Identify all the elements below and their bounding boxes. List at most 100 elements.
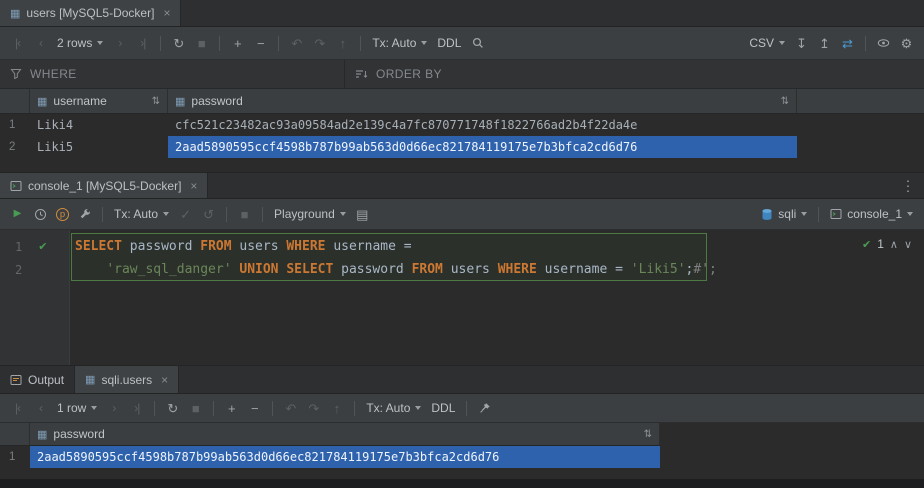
chevron-down-icon [91, 406, 97, 410]
view-options-eye-icon[interactable] [873, 33, 894, 54]
history-clock-icon[interactable] [30, 204, 51, 225]
delete-row-button[interactable]: − [250, 33, 271, 54]
column-icon: ▦ [175, 95, 185, 108]
results-toolbar: |‹ ‹ 1 row › ›| ↻ ■ + − ↶ ↷ ↑ Tx: Auto D… [0, 394, 924, 423]
delete-row-button[interactable]: − [244, 398, 265, 419]
toolbar-separator [278, 36, 279, 51]
previous-result-icon[interactable]: ∧ [890, 238, 898, 251]
tx-mode-dropdown[interactable]: Tx: Auto [114, 207, 169, 221]
sql-token: username = [537, 262, 631, 277]
column-header-password[interactable]: ▦ password ⇅ [30, 423, 660, 445]
column-header-password[interactable]: ▦ password ⇅ [168, 89, 797, 113]
sql-token: UNION SELECT [239, 262, 333, 277]
import-data-button[interactable]: ↥ [814, 33, 835, 54]
page-size-dropdown[interactable]: 2 rows [57, 36, 103, 50]
playground-mode-dropdown[interactable]: Playground [274, 207, 346, 221]
tx-mode-dropdown[interactable]: Tx: Auto [366, 401, 421, 415]
column-header-username[interactable]: ▦ username ⇅ [30, 89, 168, 113]
close-icon[interactable]: × [163, 6, 170, 20]
toolbar-separator [102, 207, 103, 222]
line-number: 1 [15, 240, 22, 254]
column-icon: ▦ [37, 95, 47, 108]
last-page-button[interactable]: ›| [132, 33, 153, 54]
toolbar-separator [272, 401, 273, 416]
sort-icon[interactable]: ⇅ [644, 429, 652, 440]
last-page-button[interactable]: ›| [126, 398, 147, 419]
console-panel: console_1 [MySQL5-Docker] × ⋮ ▶ p Tx: Au… [0, 172, 924, 365]
tx-mode-dropdown[interactable]: Tx: Auto [372, 36, 427, 50]
undo-button[interactable]: ↶ [286, 33, 307, 54]
reload-data-button[interactable]: ↻ [162, 398, 183, 419]
reload-data-button[interactable]: ↻ [168, 33, 189, 54]
session-selector[interactable]: console_1 [830, 207, 913, 221]
wrench-icon[interactable] [74, 204, 95, 225]
kebab-menu-icon[interactable]: ⋮ [901, 177, 915, 194]
sql-token: password [122, 239, 200, 254]
cell-password[interactable]: cfc521c23482ac93a09584ad2e139c4a7fc87077… [168, 114, 797, 136]
row-number[interactable]: 1 [0, 114, 30, 136]
next-result-icon[interactable]: ∨ [904, 238, 912, 251]
run-button[interactable]: ▶ [7, 204, 28, 225]
rollback-button[interactable]: ↺ [198, 204, 219, 225]
tab-output[interactable]: Output [0, 366, 75, 393]
close-icon[interactable]: × [190, 179, 197, 193]
toolbar-separator [213, 401, 214, 416]
cell-password-selected[interactable]: 2aad5890595ccf4598b787b99ab563d0d66ec821… [168, 136, 797, 158]
sql-editor[interactable]: 1 ✔ 2 SELECT password FROM users WHERE u… [0, 230, 924, 365]
schema-selector[interactable]: sqli [761, 207, 807, 221]
submit-button[interactable]: ↑ [326, 398, 347, 419]
export-format-dropdown[interactable]: CSV [749, 36, 785, 50]
pin-tab-icon[interactable] [474, 398, 495, 419]
sql-token: SELECT [75, 239, 122, 254]
gear-icon[interactable]: ⚙ [896, 33, 917, 54]
stop-button[interactable]: ■ [185, 398, 206, 419]
row-number[interactable]: 2 [0, 136, 30, 158]
add-row-button[interactable]: + [221, 398, 242, 419]
previous-page-button[interactable]: ‹ [30, 398, 51, 419]
tab-label: users [MySQL5-Docker] [26, 6, 154, 20]
results-tabbar: Output ▦ sqli.users × [0, 366, 924, 394]
tab-result-grid[interactable]: ▦ sqli.users × [75, 366, 179, 393]
code-area[interactable]: SELECT password FROM users WHERE usernam… [70, 230, 924, 365]
sort-icon[interactable]: ⇅ [781, 96, 789, 107]
cell-username[interactable]: Liki5 [30, 136, 168, 158]
tab-console-1[interactable]: console_1 [MySQL5-Docker] × [0, 173, 208, 198]
where-filter-input[interactable]: WHERE [0, 60, 345, 88]
parameters-icon[interactable]: p [56, 208, 69, 221]
close-icon[interactable]: × [161, 373, 168, 387]
data-transfer-button[interactable]: ⇄ [837, 33, 858, 54]
next-page-button[interactable]: › [109, 33, 130, 54]
export-data-button[interactable]: ↧ [791, 33, 812, 54]
output-layout-icon[interactable]: ▤ [352, 204, 373, 225]
submit-button[interactable]: ↑ [332, 33, 353, 54]
order-by-filter-input[interactable]: ORDER BY [345, 60, 452, 88]
sort-icon[interactable]: ⇅ [152, 96, 160, 107]
sql-token: FROM [200, 239, 231, 254]
first-page-button[interactable]: |‹ [7, 33, 28, 54]
chevron-down-icon [163, 212, 169, 216]
chevron-down-icon [415, 406, 421, 410]
search-icon[interactable] [467, 33, 488, 54]
execution-result-badge: ✔ 1 ∧ ∨ [862, 237, 912, 251]
grid-column-headers: ▦ username ⇅ ▦ password ⇅ [0, 89, 924, 114]
stop-button[interactable]: ■ [191, 33, 212, 54]
tab-users-table[interactable]: ▦ users [MySQL5-Docker] × [0, 0, 181, 26]
redo-button[interactable]: ↷ [303, 398, 324, 419]
line-number: 2 [15, 263, 22, 277]
horizontal-scrollbar[interactable] [0, 479, 924, 488]
undo-button[interactable]: ↶ [280, 398, 301, 419]
add-row-button[interactable]: + [227, 33, 248, 54]
commit-button[interactable]: ✓ [175, 204, 196, 225]
row-number[interactable]: 1 [0, 446, 30, 468]
stop-button[interactable]: ■ [234, 204, 255, 225]
cell-username[interactable]: Liki4 [30, 114, 168, 136]
sort-lines-icon [355, 68, 368, 80]
cell-password-selected[interactable]: 2aad5890595ccf4598b787b99ab563d0d66ec821… [30, 446, 660, 468]
ddl-button[interactable]: DDL [437, 36, 461, 50]
ddl-button[interactable]: DDL [431, 401, 455, 415]
previous-page-button[interactable]: ‹ [30, 33, 51, 54]
page-size-dropdown[interactable]: 1 row [57, 401, 97, 415]
next-page-button[interactable]: › [103, 398, 124, 419]
first-page-button[interactable]: |‹ [7, 398, 28, 419]
redo-button[interactable]: ↷ [309, 33, 330, 54]
